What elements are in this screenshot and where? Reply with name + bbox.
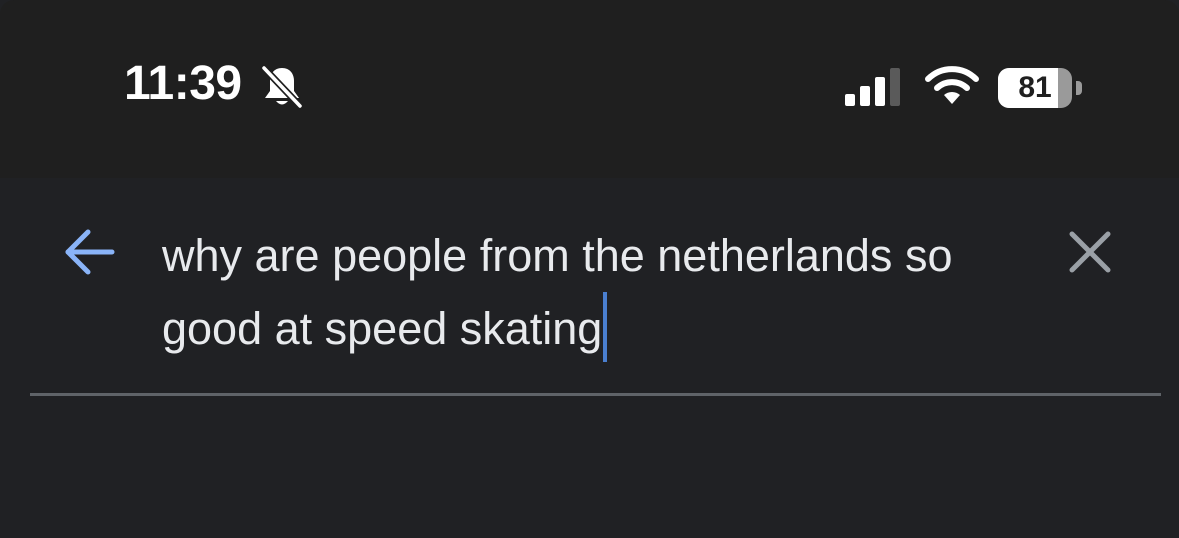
status-bar: 11:39 81 (0, 0, 1179, 178)
search-divider (30, 393, 1161, 396)
search-input[interactable]: why are people from the netherlands so g… (162, 220, 1022, 365)
battery-indicator: 81 (998, 68, 1090, 108)
text-caret (603, 292, 608, 362)
status-time: 11:39 (124, 57, 242, 110)
battery-level: 81 (1018, 71, 1052, 104)
search-bar: why are people from the netherlands so g… (0, 178, 1179, 538)
bell-slash-icon (260, 64, 304, 110)
close-x-icon[interactable] (1062, 224, 1118, 280)
search-query-text: why are people from the netherlands so g… (162, 230, 965, 354)
battery-body: 81 (998, 68, 1072, 108)
battery-nub (1076, 81, 1082, 95)
cellular-signal-icon (845, 68, 900, 106)
wifi-icon (925, 66, 979, 104)
arrow-left-icon[interactable] (58, 222, 122, 282)
screen: 11:39 81 why are people from the netherl… (0, 0, 1179, 538)
